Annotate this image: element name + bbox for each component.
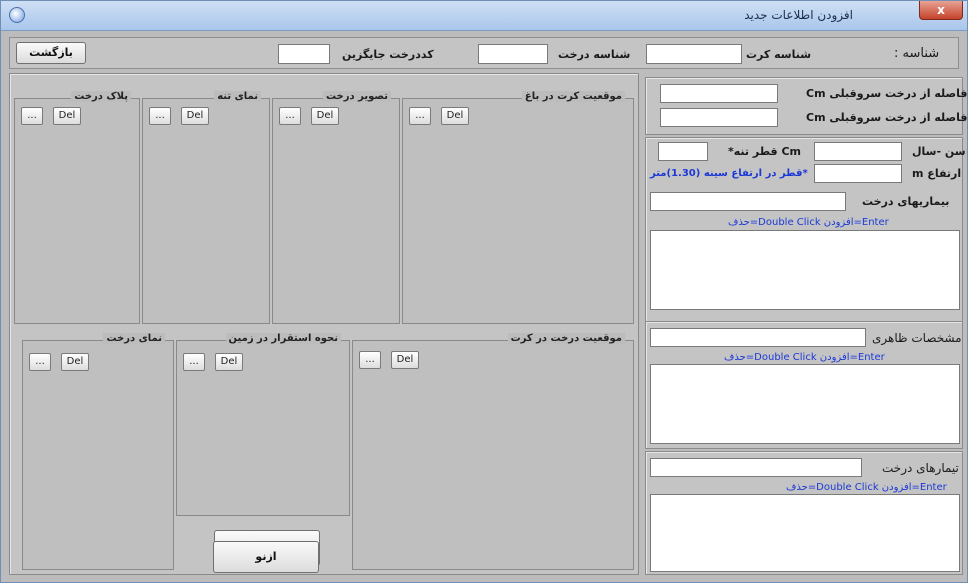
back-button[interactable]: بازگشت <box>16 42 86 64</box>
group-trunk-view-title: نمای تنه <box>214 91 261 102</box>
id-label: شناسه : <box>894 46 940 61</box>
distance-label-2: فاصله از درخت سروقبلی Cm <box>806 111 968 124</box>
age-label: سن -سال <box>912 145 966 158</box>
browse-button[interactable]: ... <box>409 107 431 125</box>
browse-button[interactable]: ... <box>183 353 205 371</box>
browse-button[interactable]: ... <box>359 351 381 369</box>
appearance-hint: حذف=Double Click افزودن=Enter <box>724 352 885 363</box>
distance-panel: فاصله از درخت سروقبلی Cm فاصله از درخت س… <box>645 77 967 135</box>
browse-button[interactable]: ... <box>21 107 43 125</box>
tree-id-input[interactable] <box>478 44 548 64</box>
group-plot-location-title: موقعیت کرت در باغ <box>521 91 625 102</box>
treatments-label: تیمارهای درخت <box>882 461 959 475</box>
delete-button[interactable]: Del <box>61 353 89 371</box>
group-tree-position-title: موقعیت درخت در کرت <box>507 333 625 344</box>
group-tree-view: نمای درخت ... Del <box>22 333 174 570</box>
group-ground-placement-title: نحوه استقرار در زمین <box>225 333 341 344</box>
treatments-hint: حذف=Double Click افزودن=Enter <box>786 482 947 493</box>
delete-button[interactable]: Del <box>215 353 243 371</box>
appearance-label: مشخصات ظاهری <box>872 331 962 345</box>
title-bar: افزودن اطلاعات جدید x <box>1 1 967 31</box>
height-label: ارتفاع m <box>912 167 962 180</box>
group-tree-view-title: نمای درخت <box>103 333 165 344</box>
trunk-diameter-input[interactable] <box>658 142 708 161</box>
browse-button[interactable]: ... <box>29 353 51 371</box>
delete-button[interactable]: Del <box>181 107 209 125</box>
diseases-label: بیماریهای درخت <box>862 195 950 208</box>
distance-label-1: فاصله از درخت سروقبلی Cm <box>806 87 968 100</box>
window-title: افزودن اطلاعات جدید <box>744 8 853 22</box>
images-panel: موقعیت کرت در باغ ... Del تصویر درخت ...… <box>9 73 639 575</box>
tree-id-label: شناسه درخت <box>558 48 631 61</box>
browse-button[interactable]: ... <box>149 107 171 125</box>
measurements-panel: Cm قطر تنه* سن -سال *قطر در ارتفاع سینه … <box>645 137 966 343</box>
close-button[interactable]: x <box>919 1 963 20</box>
appearance-panel: مشخصات ظاهری حذف=Double Click افزودن=Ent… <box>645 321 963 449</box>
undo-button[interactable]: ازنو <box>213 541 319 573</box>
browse-button[interactable]: ... <box>279 107 301 125</box>
appearance-list[interactable] <box>650 364 960 444</box>
treatment-input[interactable] <box>650 458 862 477</box>
app-icon <box>9 7 25 23</box>
group-plot-location: موقعیت کرت در باغ ... Del <box>402 91 634 324</box>
delete-button[interactable]: Del <box>441 107 469 125</box>
add-info-window: افزودن اطلاعات جدید x بازگشت کددرخت جایگ… <box>0 0 968 583</box>
group-trunk-view: نمای تنه ... Del <box>142 91 270 324</box>
header-bar: بازگشت کددرخت جایگزین شناسه درخت شناسه ک… <box>9 37 959 69</box>
trunk-diameter-label: Cm قطر تنه* <box>728 145 802 158</box>
replace-tree-code-input[interactable] <box>278 44 330 64</box>
plot-id-label: شناسه کرت <box>746 48 812 61</box>
plot-id-input[interactable] <box>646 44 742 64</box>
age-input[interactable] <box>814 142 902 161</box>
form-content: بازگشت کددرخت جایگزین شناسه درخت شناسه ک… <box>5 31 967 579</box>
delete-button[interactable]: Del <box>311 107 339 125</box>
distance-input-2[interactable] <box>660 108 778 127</box>
group-tree-image: تصویر درخت ... Del <box>272 91 400 324</box>
group-tree-image-title: تصویر درخت <box>322 91 391 102</box>
diseases-hint: حذف=Double Click افزودن=Enter <box>728 217 889 228</box>
group-ground-placement: نحوه استقرار در زمین ... Del <box>176 333 350 516</box>
breast-height-note: *قطر در ارتفاع سینه (1.30)متر <box>650 168 808 179</box>
diseases-list[interactable] <box>650 230 960 310</box>
replace-tree-code-label: کددرخت جایگزین <box>342 48 434 61</box>
appearance-input[interactable] <box>650 328 866 347</box>
group-tree-position-in-plot: موقعیت درخت در کرت ... Del <box>352 333 634 570</box>
treatments-panel: تیمارهای درخت حذف=Double Click افزودن=En… <box>645 451 963 575</box>
group-tree-tag-title: پلاک درخت <box>71 91 131 102</box>
treatments-list[interactable] <box>650 494 960 572</box>
disease-input[interactable] <box>650 192 846 211</box>
delete-button[interactable]: Del <box>391 351 419 369</box>
delete-button[interactable]: Del <box>53 107 81 125</box>
height-input[interactable] <box>814 164 902 183</box>
group-tree-tag: پلاک درخت ... Del <box>14 91 140 324</box>
distance-input-1[interactable] <box>660 84 778 103</box>
